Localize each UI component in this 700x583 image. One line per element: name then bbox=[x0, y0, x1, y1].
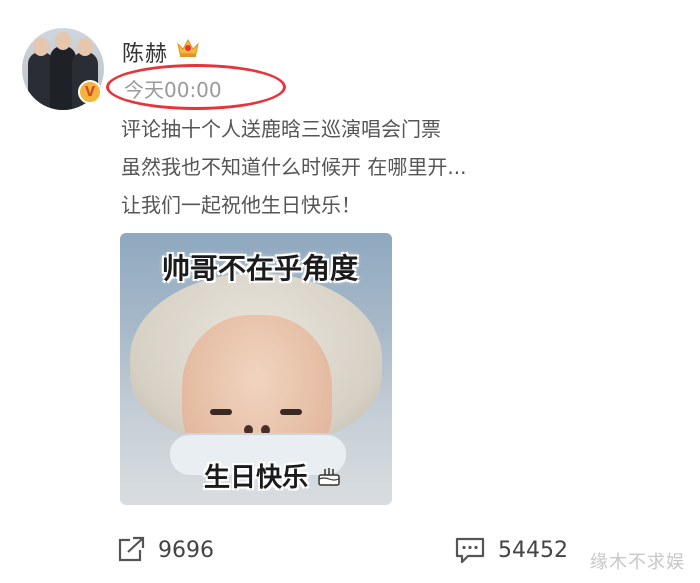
comment-button[interactable]: 54452 bbox=[454, 536, 568, 564]
eye-left bbox=[210, 409, 232, 415]
username[interactable]: 陈赫 bbox=[122, 36, 168, 68]
eye-right bbox=[280, 409, 302, 415]
share-button[interactable]: 9696 bbox=[116, 536, 214, 564]
post-line: 让我们一起祝他生日快乐！ bbox=[121, 193, 361, 217]
image-caption-bottom: 生日快乐 bbox=[204, 463, 309, 493]
crown-icon bbox=[177, 38, 199, 57]
cake-icon bbox=[318, 468, 340, 486]
post-line: 评论抽十个人送鹿晗三巡演唱会门票 bbox=[121, 117, 441, 141]
highlight-circle bbox=[106, 64, 286, 110]
post-line: 虽然我也不知道什么时候开 在哪里开... bbox=[121, 155, 467, 179]
post-image[interactable]: 帅哥不在乎角度 生日快乐 bbox=[120, 233, 392, 505]
comment-icon bbox=[455, 537, 485, 564]
corner-watermark: 缘木不求娱 bbox=[590, 552, 685, 573]
verified-badge-icon: V bbox=[78, 80, 102, 104]
share-count: 9696 bbox=[158, 537, 214, 563]
share-icon bbox=[118, 536, 145, 562]
post-body: 评论抽十个人送鹿晗三巡演唱会门票 虽然我也不知道什么时候开 在哪里开... 让我… bbox=[121, 110, 466, 224]
comment-count: 54452 bbox=[498, 537, 568, 563]
image-caption-top: 帅哥不在乎角度 bbox=[162, 252, 359, 285]
